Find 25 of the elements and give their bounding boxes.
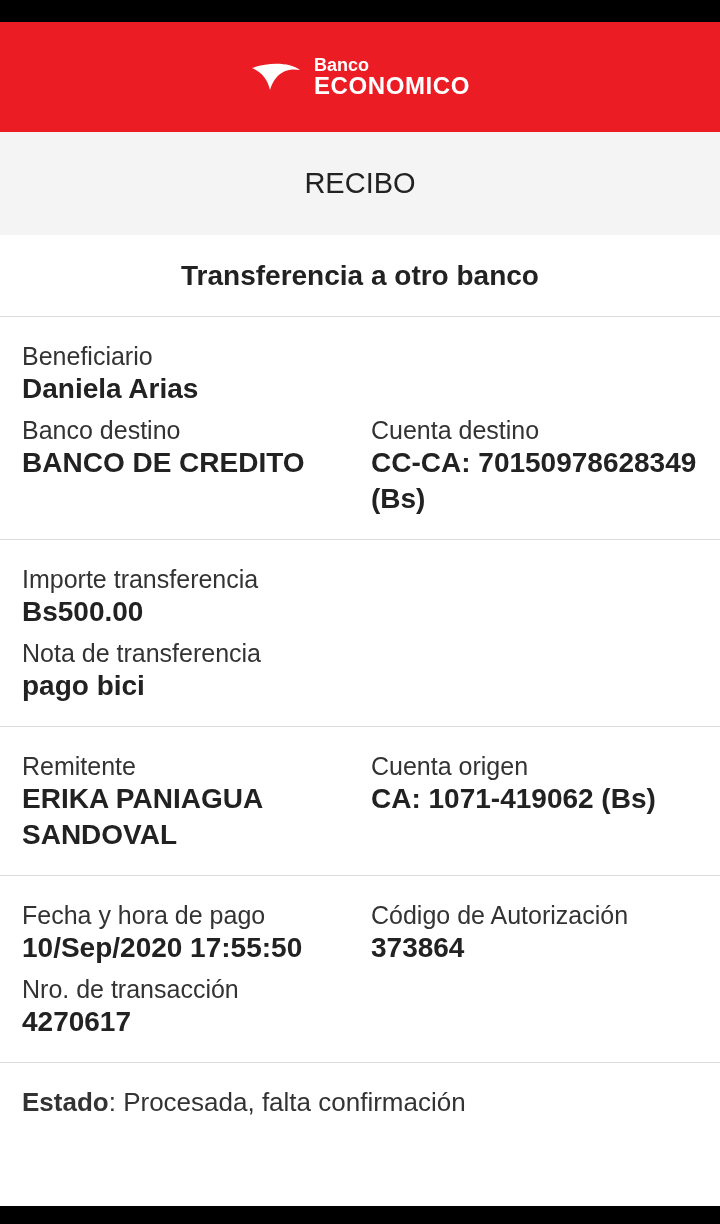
field-value: ERIKA PANIAGUA SANDOVAL <box>22 782 264 852</box>
field-label: Importe transferencia <box>22 564 260 594</box>
field-value: 4270617 <box>22 1005 132 1039</box>
field-label: Nro. de transacción <box>22 974 240 1004</box>
field-label: Nota de transferencia <box>22 638 263 668</box>
field-label: Cuenta origen <box>371 751 530 781</box>
page-title: RECIBO <box>304 165 416 201</box>
field-label: Beneficiario <box>22 341 154 371</box>
field-label: Cuenta destino <box>371 415 541 445</box>
field-value: Daniela Arias <box>22 372 200 406</box>
status-text: Estado: Procesada, falta confirmación <box>22 1087 466 1117</box>
logo-text: Banco <box>313 56 370 74</box>
field-label: Fecha y hora de pago <box>22 900 267 930</box>
field-value: pago bici <box>22 669 146 703</box>
field-value: 10/Sep/2020 17:55:50 <box>22 931 304 965</box>
field-value: CC-CA: 70150978628349 (Bs) <box>371 446 698 516</box>
field-label: Banco destino <box>22 415 182 445</box>
field-label: Código de Autorización <box>371 900 630 930</box>
field-value: 373864 <box>371 931 466 965</box>
field-value: CA: 1071-419062 (Bs) <box>371 782 657 816</box>
transfer-type: Transferencia a otro banco <box>181 258 539 293</box>
logo-text: ECONOMICO <box>313 74 471 98</box>
field-label: Remitente <box>22 751 137 781</box>
field-value: Bs500.00 <box>22 595 145 629</box>
field-value: BANCO DE CREDITO <box>22 446 306 480</box>
